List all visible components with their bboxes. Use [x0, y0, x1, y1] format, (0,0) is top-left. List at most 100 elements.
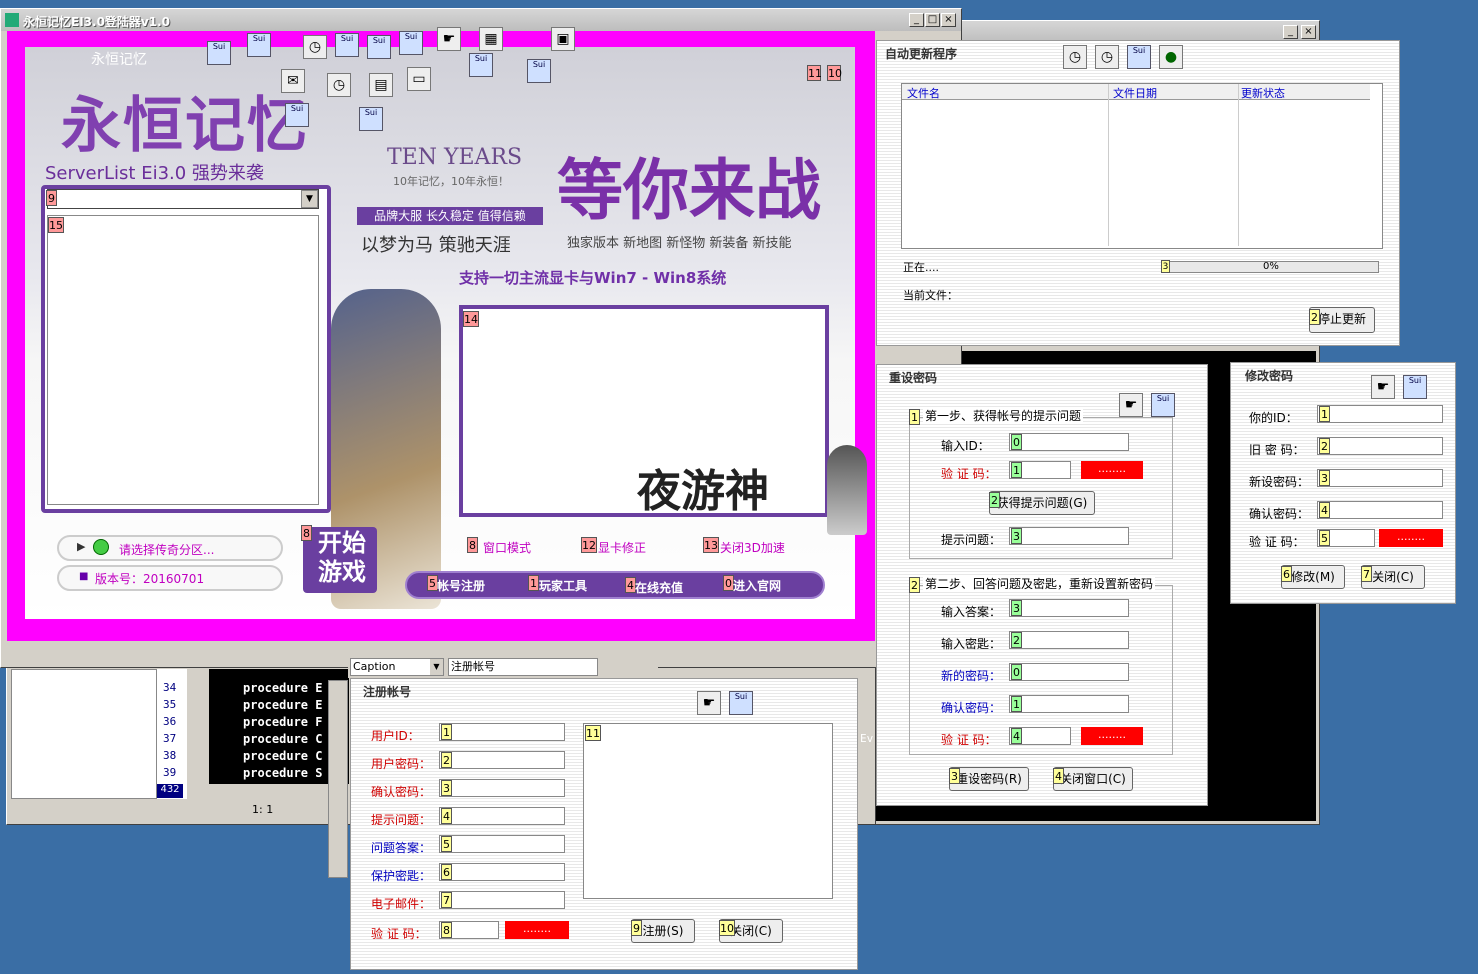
captcha-image[interactable]: ........	[1081, 461, 1143, 479]
clock-icon[interactable]: ◷	[1063, 45, 1087, 69]
register-title: 注册帐号	[363, 685, 412, 699]
captcha-image[interactable]: ........	[505, 921, 569, 939]
component-icon[interactable]: Sui	[527, 59, 551, 83]
caption-value-input[interactable]: 注册帐号	[448, 658, 598, 676]
badge: 6	[441, 864, 452, 880]
component-icon[interactable]: Sui	[1151, 393, 1175, 417]
captcha-label: 验 证 码：	[371, 927, 427, 941]
badge: 1	[1319, 406, 1330, 422]
zone-prompt: 请选择传奇分区...	[119, 543, 215, 557]
display-icon[interactable]: ▭	[407, 67, 431, 91]
email-input[interactable]	[439, 891, 565, 909]
col-header-filename[interactable]: 文件名	[907, 85, 940, 101]
logo-big: 永恒记忆	[61, 91, 309, 161]
hint-question-input[interactable]	[439, 807, 565, 825]
grid-icon[interactable]: ▦	[479, 27, 503, 51]
clock-icon[interactable]: ◷	[327, 73, 351, 97]
user-password-input[interactable]	[439, 751, 565, 769]
caption-value: 注册帐号	[451, 660, 495, 673]
hand-icon[interactable]: ☛	[1119, 393, 1143, 417]
badge: 5	[1319, 530, 1330, 546]
confirm-password-label: 确认密码：	[371, 785, 432, 799]
register-memo[interactable]	[583, 723, 833, 899]
reset-question-input[interactable]	[1009, 527, 1129, 545]
col-header-date[interactable]: 文件日期	[1113, 85, 1157, 101]
old-password-input[interactable]	[1317, 437, 1443, 455]
server-combo[interactable]	[47, 189, 319, 209]
official-site-link[interactable]: 进入官网	[733, 577, 781, 594]
register-window: 注册帐号 ☛ Sui 用户ID： 1 用户密码： 2 确认密码： 3 提示问题：…	[350, 678, 858, 970]
ten-years-sub: 10年记忆，10年永恒！	[393, 175, 509, 188]
clock-icon[interactable]: ◷	[1095, 45, 1119, 69]
badge: 1	[441, 724, 452, 740]
captcha-image[interactable]: ........	[1379, 529, 1443, 547]
server-list[interactable]	[47, 215, 319, 505]
component-icon[interactable]: Sui	[285, 103, 309, 127]
component-icon[interactable]: Sui	[1127, 45, 1151, 69]
globe-icon[interactable]: ●	[1159, 45, 1183, 69]
gpu-fix-checkbox[interactable]: 显卡修正	[598, 539, 646, 556]
badge: 3	[1319, 470, 1330, 486]
reset-new-password-input[interactable]	[1009, 663, 1129, 681]
change-confirm-password-input[interactable]	[1317, 501, 1443, 519]
badge: 13	[703, 537, 719, 553]
close-button[interactable]: ×	[1301, 25, 1316, 39]
component-icon[interactable]: Sui	[207, 41, 231, 65]
captcha-image-2[interactable]: ........	[1081, 727, 1143, 745]
component-icon[interactable]: Sui	[335, 33, 359, 57]
component-icon[interactable]: Sui	[359, 107, 383, 131]
register-link[interactable]: 帐号注册	[437, 577, 485, 594]
recharge-link[interactable]: 在线充值	[635, 579, 683, 596]
reset-answer-input[interactable]	[1009, 599, 1129, 617]
badge: 2	[1309, 309, 1320, 325]
question-answer-input[interactable]	[439, 835, 565, 853]
chevron-down-icon[interactable]: ▼	[430, 659, 443, 675]
component-icon[interactable]: Sui	[469, 53, 493, 77]
component-icon[interactable]: Sui	[1403, 375, 1427, 399]
change-new-password-input[interactable]	[1317, 469, 1443, 487]
captcha-label: 验 证 码：	[1249, 535, 1305, 549]
user-id-input[interactable]	[439, 723, 565, 741]
minimize-button[interactable]: _	[1283, 25, 1298, 39]
your-id-label: 你的ID：	[1249, 411, 1298, 425]
dream-text: 以梦为马 策驰天涯	[361, 235, 511, 256]
image-icon[interactable]: ▣	[551, 27, 575, 51]
reset-confirm-password-input[interactable]	[1009, 695, 1129, 713]
reset-id-input[interactable]	[1009, 433, 1129, 451]
close-button[interactable]: ×	[941, 13, 956, 27]
hand-icon[interactable]: ☛	[697, 691, 721, 715]
protect-key-label: 保护密匙：	[371, 869, 432, 883]
component-icon[interactable]: Sui	[367, 35, 391, 59]
hand-icon[interactable]: ☛	[437, 27, 461, 51]
badge: 4	[1053, 768, 1064, 784]
col-header-status[interactable]: 更新状态	[1241, 85, 1285, 101]
panel-icon[interactable]: ▤	[369, 73, 393, 97]
get-question-button[interactable]: 获得提示问题(G)	[989, 491, 1095, 515]
protect-key-input[interactable]	[439, 863, 565, 881]
window-mode-checkbox[interactable]: 窗口模式	[483, 539, 531, 556]
app-icon	[5, 13, 19, 27]
badge: 8	[467, 537, 478, 553]
change-id-input[interactable]	[1317, 405, 1443, 423]
minimize-button[interactable]: _	[909, 13, 924, 27]
reset-key-input[interactable]	[1009, 631, 1129, 649]
hand-icon[interactable]: ☛	[1371, 375, 1395, 399]
component-icon[interactable]: Sui	[399, 31, 423, 55]
component-icon[interactable]: Sui	[729, 691, 753, 715]
game-logo: 夜游神	[637, 466, 769, 517]
file-table[interactable]	[901, 83, 1383, 249]
clock-icon[interactable]: ◷	[303, 35, 327, 59]
reset-password-button[interactable]: 重设密码(R)	[949, 767, 1029, 791]
badge: 9	[46, 190, 57, 206]
server-combo-arrow[interactable]: ▼	[301, 190, 318, 208]
question-answer-label: 问题答案：	[371, 841, 432, 855]
chat-icon[interactable]: ✉	[281, 69, 305, 93]
badge: 1	[909, 409, 920, 425]
confirm-password-input[interactable]	[439, 779, 565, 797]
close-3d-checkbox[interactable]: 关闭3D加速	[720, 539, 785, 556]
maximize-button[interactable]: □	[925, 13, 940, 27]
badge: 4	[1011, 728, 1022, 744]
player-tools-link[interactable]: 玩家工具	[539, 577, 587, 594]
close-window-button[interactable]: 关闭窗口(C)	[1053, 767, 1133, 791]
component-icon[interactable]: Sui	[247, 33, 271, 57]
